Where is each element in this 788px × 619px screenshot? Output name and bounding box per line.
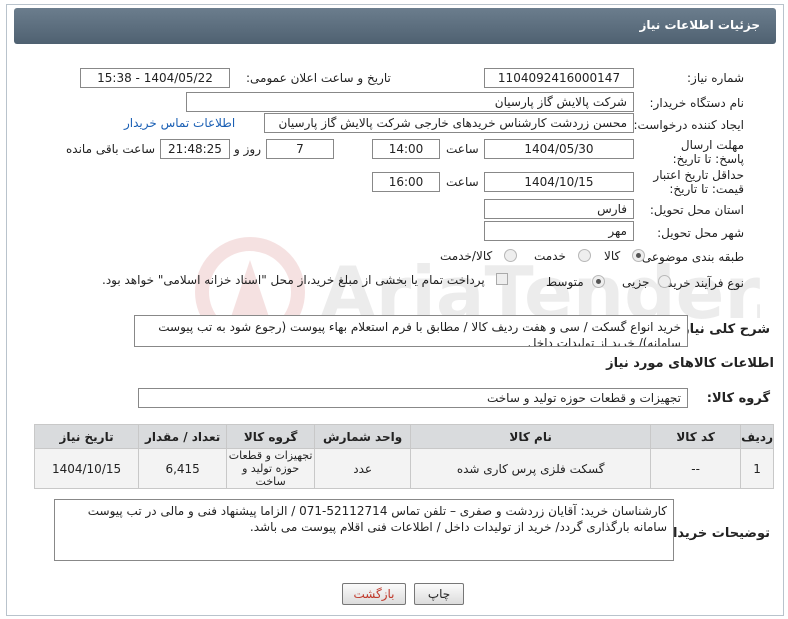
treasury-payment-checkbox[interactable] (496, 273, 508, 285)
col-unit: واحد شمارش (314, 424, 412, 449)
remaining-label: ساعت باقی مانده (66, 142, 156, 156)
col-name: نام کالا (410, 424, 652, 449)
header-bar: جزئیات اطلاعات نیاز (14, 8, 776, 44)
col-qty: تعداد / مقدار (138, 424, 228, 449)
cell-row: 1 (740, 448, 774, 489)
goods-table: ردیف کد کالا نام کالا واحد شمارش گروه کا… (33, 424, 774, 489)
goods-group-label: گروه کالا: (706, 391, 770, 406)
col-code: کد کالا (650, 424, 742, 449)
table-header-row: ردیف کد کالا نام کالا واحد شمارش گروه کا… (33, 424, 774, 449)
announce-label: تاریخ و ساعت اعلان عمومی: (246, 71, 391, 85)
process-radio-minor[interactable] (658, 275, 671, 288)
print-button[interactable]: چاپ (414, 583, 464, 605)
need-number-field: 1104092416000147 (484, 68, 634, 88)
cell-qty: 6,415 (138, 448, 228, 489)
summary-label: شرح کلی نیاز: (676, 322, 770, 337)
process-radio-medium[interactable] (592, 275, 605, 288)
validity-date-field: 1404/10/15 (484, 172, 634, 192)
reply-time-label: ساعت (446, 142, 479, 156)
process-option-minor: جزیی (622, 275, 650, 289)
need-number-label: شماره نیاز: (687, 71, 744, 85)
category-radio-goods-service[interactable] (504, 249, 517, 262)
buyer-org-label: نام دستگاه خریدار: (649, 96, 745, 110)
process-label: نوع فرآیند خرید : (659, 276, 744, 290)
buyer-org-field: شرکت پالایش گاز پارسیان (186, 92, 634, 112)
reply-time-field: 14:00 (372, 139, 440, 159)
reply-deadline-label: مهلت ارسال پاسخ: تا تاریخ: (672, 138, 744, 166)
category-radio-goods[interactable] (632, 249, 645, 262)
category-option-service: خدمت (534, 249, 566, 263)
buyer-notes-label: توضیحات خریدار: (660, 526, 770, 541)
buyer-contact-link[interactable]: اطلاعات تماس خریدار (124, 116, 235, 130)
col-row: ردیف (740, 424, 774, 449)
days-label: روز و (234, 142, 261, 156)
process-option-medium: متوسط (546, 275, 584, 289)
goods-group-field: تجهیزات و قطعات حوزه تولید و ساخت (138, 388, 688, 408)
cell-group: تجهیزات و قطعات حوزه تولید و ساخت (226, 448, 316, 489)
category-option-goods: کالا (604, 249, 621, 263)
announce-date-field: 1404/05/22 - 15:38 (80, 68, 230, 88)
price-validity-label: حداقل تاریخ اعتبار قیمت: تا تاریخ: (653, 168, 744, 196)
payment-note: پرداخت تمام یا بخشی از مبلغ خرید،از محل … (102, 273, 485, 287)
city-label: شهر محل تحویل: (657, 226, 744, 240)
buyer-notes-text: کارشناسان خرید: آقایان زردشت و صفری – تل… (54, 499, 674, 561)
cell-name: گسکت فلزی پرس کاری شده (410, 448, 652, 489)
reply-date-field: 1404/05/30 (484, 139, 634, 159)
back-button[interactable]: بازگشت (342, 583, 406, 605)
city-field: مهر (484, 221, 634, 241)
cell-unit: عدد (314, 448, 412, 489)
requester-field: محسن زردشت کارشناس خریدهای خارجی شرکت پا… (264, 113, 634, 133)
validity-time-field: 16:00 (372, 172, 440, 192)
page-title: جزئیات اطلاعات نیاز (639, 18, 760, 32)
province-label: استان محل تحویل: (649, 203, 744, 217)
category-option-goods-service: کالا/خدمت (440, 249, 493, 263)
category-label: طبقه بندی موضوعی: (637, 250, 744, 264)
category-radio-service[interactable] (578, 249, 591, 262)
cell-date: 1404/10/15 (33, 448, 140, 489)
cell-code: -- (650, 448, 742, 489)
table-row[interactable]: 1 -- گسکت فلزی پرس کاری شده عدد تجهیزات … (33, 448, 774, 489)
summary-text: خرید انواع گسکت / سی و هفت ردیف کالا / م… (134, 315, 688, 347)
col-group: گروه کالا (226, 424, 316, 449)
col-date: تاریخ نیاز (33, 424, 140, 449)
validity-time-label: ساعت (446, 175, 479, 189)
requester-label: ایجاد کننده درخواست: (633, 118, 744, 132)
remaining-time-field: 21:48:25 (160, 139, 230, 159)
days-remaining-field: 7 (266, 139, 334, 159)
province-field: فارس (484, 199, 634, 219)
goods-info-title: اطلاعات کالاهای مورد نیاز (606, 356, 774, 371)
